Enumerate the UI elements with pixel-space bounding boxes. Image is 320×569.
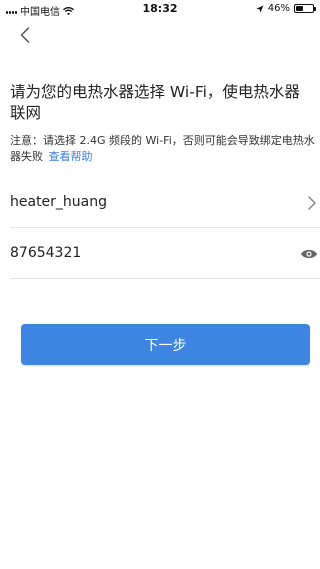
status-right: 46% — [256, 3, 316, 14]
help-link[interactable]: 查看帮助 — [49, 150, 93, 163]
wifi-ssid-input[interactable] — [10, 194, 280, 210]
battery-percent: 46% — [267, 3, 290, 14]
wifi-ssid-field[interactable] — [10, 178, 320, 228]
chevron-left-icon — [20, 27, 30, 43]
next-button[interactable]: 下一步 — [21, 324, 310, 365]
location-arrow-icon — [256, 5, 264, 12]
eye-icon[interactable] — [300, 248, 318, 260]
status-bar: 中国电信 18:32 46% — [0, 0, 320, 18]
battery-cap — [314, 7, 316, 11]
page-title: 请为您的电热水器选择 Wi-Fi，使电热水器联网 — [10, 83, 300, 122]
wifi-password-field[interactable] — [10, 229, 320, 279]
back-button[interactable] — [14, 24, 36, 46]
battery-level — [296, 6, 304, 11]
next-button-label: 下一步 — [144, 337, 187, 354]
battery-icon — [294, 4, 316, 13]
wifi-password-input[interactable] — [10, 245, 280, 261]
notice: 注意：请选择 2.4G 频段的 Wi-Fi，否则可能会导致绑定电热水器失败 查看… — [10, 133, 315, 165]
chevron-right-icon[interactable] — [308, 196, 316, 210]
